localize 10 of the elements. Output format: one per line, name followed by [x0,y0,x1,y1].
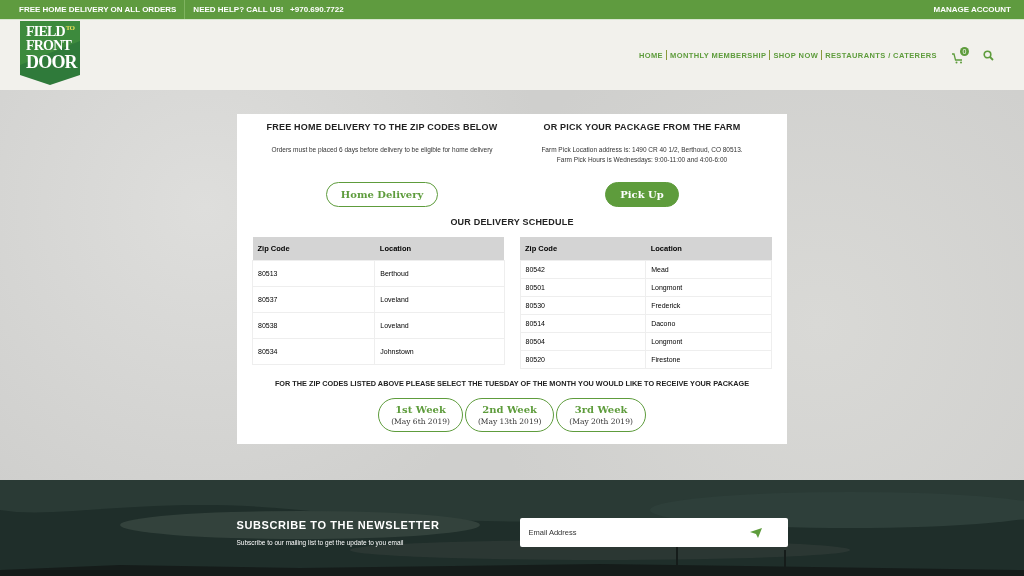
top-bar-text: NEED HELP? CALL US! +970.690.7722 [184,0,352,19]
delivery-option-button[interactable]: Home Delivery [325,182,439,207]
section-heading: OUR DELIVERY SCHEDULE [450,217,574,227]
delivery-option-button[interactable]: Pick Up [605,182,679,207]
newsletter-heading: SUBSCRIBE TO THE NEWSLETTER [236,519,440,531]
section-heading: OR PICK YOUR PACKAGE FROM THE FARM [543,122,741,132]
section-heading: FREE HOME DELIVERY TO THE ZIP CODES BELOW [266,122,498,132]
top-bar-text: FREE HOME DELIVERY ON ALL ORDERS [19,4,178,16]
search-icon[interactable] [983,49,994,61]
manage-account-link[interactable]: MANAGE ACCOUNT [933,5,1011,14]
